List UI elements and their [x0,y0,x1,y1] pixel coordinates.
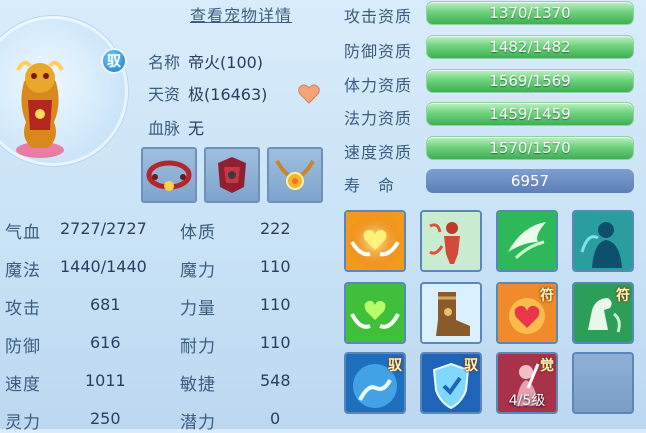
equip-slot-armor[interactable] [204,147,260,203]
stat-speed-label: 速度 [5,375,41,395]
aptitude-attack-bar: 1370/1370 [426,1,634,25]
aptitude-mana-bar: 1459/1459 [426,102,634,126]
skill-slot-7[interactable]: 符 [496,282,558,344]
stat-potential-value: 0 [270,409,281,428]
stat-spirit-value: 250 [90,409,121,428]
bind-tag: 驭 [464,358,478,374]
armor-icon [218,157,246,193]
equip-slot-amulet[interactable] [267,147,323,203]
aptitude-defense-bar: 1482/1482 [426,35,634,59]
boot-icon [422,284,480,342]
heart-wings-icon [346,212,404,270]
stat-speed-value: 1011 [85,371,126,390]
skill-slot-8[interactable]: 符 [572,282,634,344]
stat-attack-label: 攻击 [5,299,41,319]
stat-attack-value: 681 [90,295,121,314]
skill-slot-9[interactable]: 驭 [344,352,406,414]
stat-constitution-value: 222 [260,219,291,238]
pet-grade-value: 极(16463) [188,85,268,104]
talisman-tag: 符 [616,288,630,304]
stat-mp-label: 魔法 [5,261,41,281]
stat-constitution-label: 体质 [180,223,216,243]
skill-slot-empty[interactable] [572,352,634,414]
stat-endurance-label: 耐力 [180,337,216,357]
skill-slot-5[interactable] [344,282,406,344]
aptitude-hp-bar: 1569/1569 [426,69,634,93]
bind-badge: 驭 [101,48,127,74]
awaken-grade-label: 4/5级 [508,393,546,409]
wings-icon [498,212,556,270]
pet-detail-link[interactable]: 查看宠物详情 [190,2,292,26]
stat-hp-value: 2727/2727 [60,219,147,238]
shadow-figure-icon [574,212,632,270]
stat-defense-label: 防御 [5,337,41,357]
pet-grade-label: 天资 [148,85,181,104]
aptitude-defense-label: 防御资质 [344,42,413,61]
pet-name-row: 名称 帝火(100) [148,49,263,73]
bind-tag: 驭 [388,358,402,374]
aptitude-mana-label: 法力资质 [344,109,413,128]
lifespan-label: 寿 命 [344,176,396,195]
lifespan-bar: 6957 [426,169,634,193]
pet-bloodline-value: 无 [188,119,205,138]
stat-strength-value: 110 [260,295,291,314]
favorite-heart-icon[interactable] [298,84,320,104]
skill-slot-11[interactable]: 觉 4/5级 [496,352,558,414]
stat-magic-label: 魔力 [180,261,216,281]
stat-agility-value: 548 [260,371,291,390]
amulet-icon [275,159,315,190]
skill-slot-10[interactable]: 驭 [420,352,482,414]
pet-bloodline-label: 血脉 [148,119,181,138]
pet-portrait[interactable] [10,52,70,160]
equip-slot-collar[interactable] [141,147,197,203]
stat-spirit-label: 灵力 [5,413,41,433]
aptitude-speed-bar: 1570/1570 [426,136,634,160]
skill-slot-4[interactable] [572,210,634,272]
aptitude-attack-label: 攻击资质 [344,7,413,26]
aptitude-hp-label: 体力资质 [344,76,413,95]
stat-endurance-value: 110 [260,333,291,352]
warrior-aura-icon [422,212,480,270]
stat-hp-label: 气血 [5,223,41,243]
green-heart-wings-icon [346,284,404,342]
stat-potential-label: 潜力 [180,413,216,433]
pet-grade-row: 天资 极(16463) [148,81,267,105]
stat-strength-label: 力量 [180,299,216,319]
stat-agility-label: 敏捷 [180,375,216,395]
skill-slot-2[interactable] [420,210,482,272]
stat-defense-value: 616 [90,333,121,352]
skill-slot-6[interactable] [420,282,482,344]
stat-mp-value: 1440/1440 [60,257,147,276]
skill-slot-3[interactable] [496,210,558,272]
pet-name-label: 名称 [148,53,181,72]
awaken-tag: 觉 [540,358,554,374]
skill-slot-1[interactable] [344,210,406,272]
talisman-tag: 符 [540,288,554,304]
pet-bloodline-row: 血脉无 [148,115,204,139]
collar-icon [146,160,192,191]
stat-magic-value: 110 [260,257,291,276]
aptitude-speed-label: 速度资质 [344,143,413,162]
pet-name-value: 帝火(100) [188,53,264,72]
